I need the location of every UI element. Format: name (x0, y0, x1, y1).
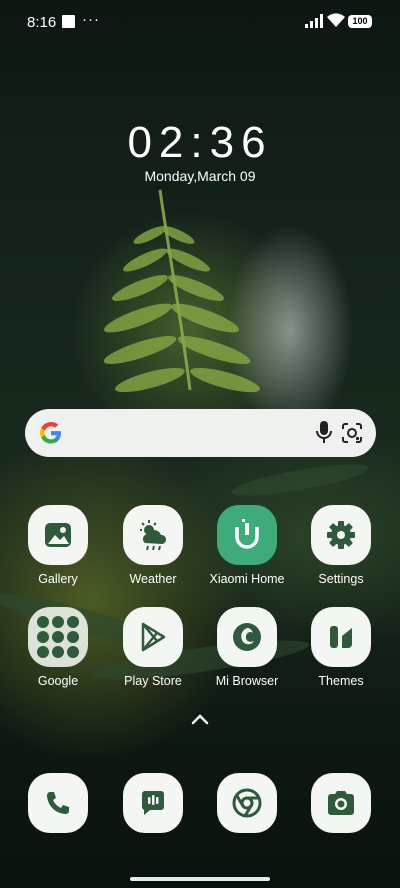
app-label: Play Store (124, 674, 182, 688)
app-label: Google (37, 674, 79, 688)
lock-date: Monday,March 09 (144, 168, 256, 184)
app-play-store[interactable]: Play Store (108, 607, 198, 688)
more-notifications-icon: ··· (82, 11, 100, 28)
camera-icon (311, 773, 371, 833)
app-settings[interactable]: Settings (296, 505, 386, 586)
app-mi-browser[interactable]: Mi Browser (202, 607, 292, 688)
app-label: Mi Browser (215, 674, 279, 688)
app-label: Settings (318, 572, 364, 586)
battery-indicator: 100 (348, 15, 372, 28)
gear-icon (311, 505, 371, 565)
folder-icon (28, 607, 88, 667)
status-bar: 8:16 ··· 100 (0, 0, 400, 44)
app-drawer-chevron-icon[interactable] (190, 712, 210, 726)
dock-camera[interactable] (296, 773, 386, 833)
status-time: 8:16 (27, 14, 57, 31)
messages-icon (123, 773, 183, 833)
app-label: Xiaomi Home (209, 572, 285, 586)
browser-icon (217, 607, 277, 667)
app-themes[interactable]: Themes (296, 607, 386, 688)
lock-clock: 02:36 (127, 118, 273, 167)
weather-icon (123, 505, 183, 565)
google-logo-icon (40, 422, 61, 444)
google-search-bar[interactable] (25, 409, 376, 457)
xiaomi-home-icon (217, 505, 277, 565)
app-label: Gallery (38, 572, 78, 586)
app-label: Themes (318, 674, 364, 688)
gesture-nav-bar[interactable] (130, 877, 270, 881)
mic-icon[interactable] (315, 421, 333, 445)
app-xiaomi-home[interactable]: Xiaomi Home (202, 505, 292, 586)
phone-icon (28, 773, 88, 833)
dock-messages[interactable] (108, 773, 198, 833)
signal-icon (305, 14, 323, 28)
app-weather[interactable]: Weather (108, 505, 198, 586)
folder-google[interactable]: Google (13, 607, 103, 688)
app-label: Weather (129, 572, 177, 586)
dock-phone[interactable] (13, 773, 103, 833)
app-gallery[interactable]: Gallery (13, 505, 103, 586)
wifi-icon (327, 13, 345, 27)
play-store-icon (123, 607, 183, 667)
notification-icon (62, 15, 75, 28)
gallery-icon (28, 505, 88, 565)
lens-icon[interactable] (341, 422, 363, 444)
themes-icon (311, 607, 371, 667)
chrome-icon (217, 773, 277, 833)
dock-chrome[interactable] (202, 773, 292, 833)
